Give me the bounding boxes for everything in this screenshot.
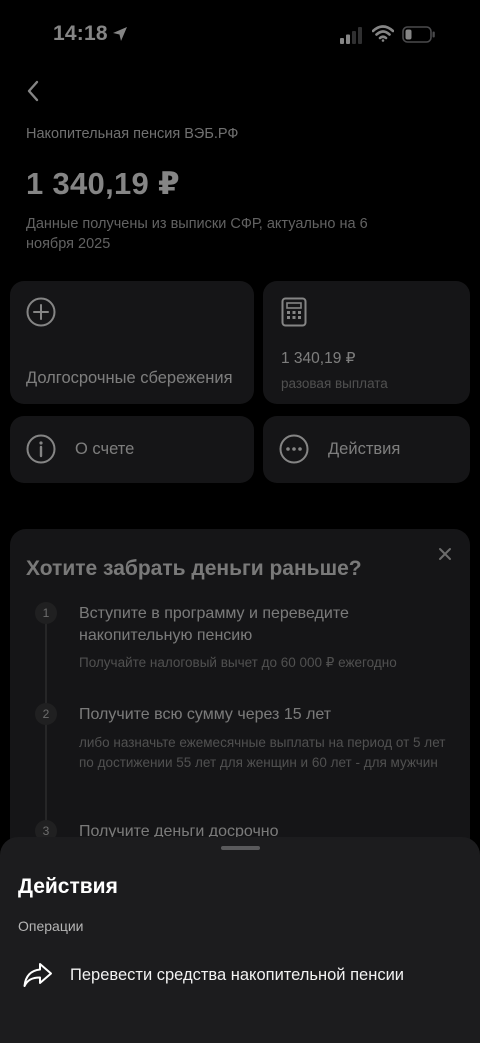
share-arrow-icon [23, 963, 52, 987]
actions-bottom-sheet: Действия Операции Перевести средства нак… [0, 837, 480, 1043]
transfer-pension-funds-item[interactable]: Перевести средства накопительной пенсии [0, 949, 480, 1001]
sheet-drag-handle[interactable] [221, 846, 260, 850]
sheet-section-label: Операции [18, 918, 84, 934]
transfer-pension-funds-label: Перевести средства накопительной пенсии [70, 966, 405, 984]
sheet-title: Действия [18, 875, 118, 898]
screen: Накопительная пенсия ВЭБ.РФ 1 340,19 ₽ Д… [0, 0, 480, 1043]
